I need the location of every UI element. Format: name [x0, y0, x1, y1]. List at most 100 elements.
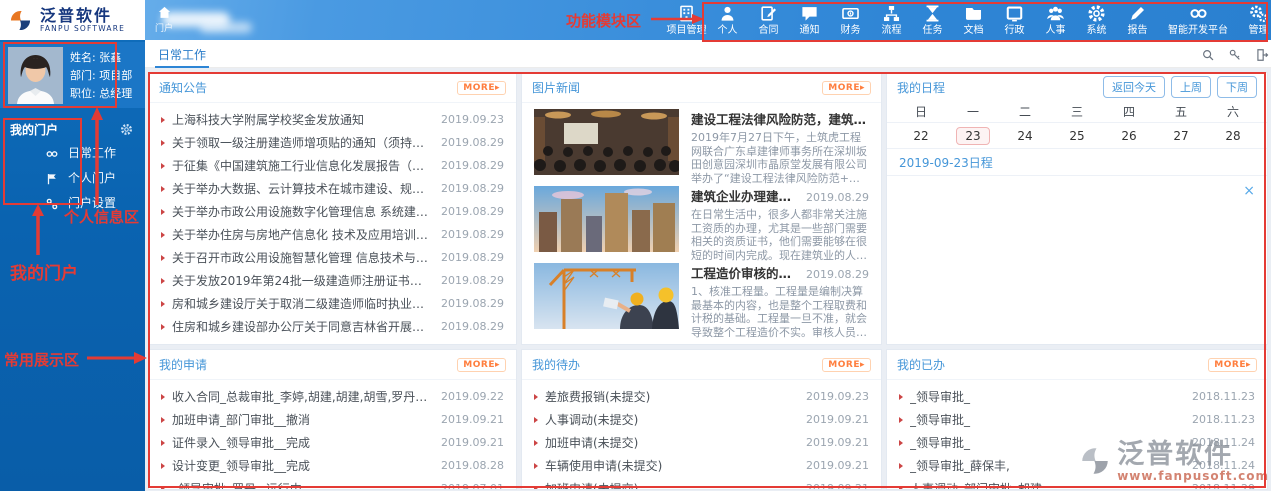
- module-label: 通知: [800, 26, 820, 36]
- notice-item[interactable]: 房和城乡建设厅关于取消二级建造师临时执业证书的公告2019.08.29: [149, 292, 516, 315]
- module-report[interactable]: 报告: [1117, 4, 1158, 36]
- weekday-label: 二: [999, 103, 1051, 120]
- news-item[interactable]: 工程造价审核的要点2019.08.291、核准工程量。工程量是编制决算最基本的内…: [534, 263, 869, 333]
- module-personal[interactable]: 个人: [707, 4, 748, 36]
- item-date: 2018.11.29: [1192, 482, 1255, 490]
- news-item[interactable]: 建筑企业办理建筑资质需要注意哪些细节2019.08.29在日常生活中，很多人都非…: [534, 186, 869, 256]
- done-item[interactable]: _领导审批_薛保丰,2018.11.24: [887, 454, 1267, 477]
- sidebar-item-daily-work[interactable]: 日常工作: [0, 140, 145, 165]
- notice-item[interactable]: 关于举办大数据、云计算技术在城市建设、规划、管理与服务中的应...2019.08…: [149, 177, 516, 200]
- done-item[interactable]: _领导审批_2018.11.24: [887, 431, 1267, 454]
- sidebar-item-portal-settings[interactable]: 门户设置: [0, 190, 145, 215]
- todo-item[interactable]: 车辆使用申请(未提交)2019.09.21: [522, 454, 881, 477]
- notice-item[interactable]: 上海科技大学附属学校奖金发放通知2019.09.23: [149, 108, 516, 131]
- done-item[interactable]: 人事调动_部门审批_胡建,2018.11.29: [887, 477, 1267, 490]
- calendar-date[interactable]: 24: [999, 128, 1051, 144]
- more-button[interactable]: MORE▸: [1208, 358, 1257, 372]
- more-button[interactable]: MORE▸: [457, 81, 506, 95]
- calendar-date[interactable]: 22: [895, 128, 947, 144]
- back-to-today-button[interactable]: 返回今天: [1103, 76, 1165, 98]
- application-item[interactable]: _领导审批_罗丹,_运行中2019.07.01: [149, 477, 516, 490]
- brand-logo: 泛普软件 FANPU SOFTWARE: [0, 0, 145, 40]
- notice-item[interactable]: 关于举办市政公用设施数字化管理信息 系统建设与应用培训班的通知2019.08.2…: [149, 200, 516, 223]
- sidebar-menu: 日常工作个人门户门户设置: [0, 140, 145, 215]
- sidebar: 姓名: 张鑫 部门: 项目部 职位: 总经理 我的门户 日常工作个人门户门户设置: [0, 40, 145, 491]
- module-task[interactable]: 任务: [912, 4, 953, 36]
- next-week-button[interactable]: 下周: [1217, 76, 1257, 98]
- more-button[interactable]: MORE▸: [822, 358, 871, 372]
- search-icon[interactable]: [1201, 47, 1215, 61]
- item-date: 2019.09.23: [806, 390, 869, 403]
- todo-item[interactable]: 差旅费报销(未提交)2019.09.23: [522, 385, 881, 408]
- calendar-date[interactable]: 28: [1207, 128, 1259, 144]
- main-content: 通知公告 MORE▸ 上海科技大学附属学校奖金发放通知2019.09.23关于领…: [145, 68, 1271, 491]
- done-item[interactable]: _领导审批_2018.11.23: [887, 385, 1267, 408]
- notice-item[interactable]: 于征集《中国建筑施工行业信息化发展报告（2014）—BIM应用与发...2019…: [149, 154, 516, 177]
- notice-item[interactable]: 关于领取一级注册建造师增项贴的通知（须持一建证书前来领取）2019.08.29: [149, 131, 516, 154]
- brand-logo-icon: [7, 7, 34, 34]
- home-portal-button[interactable]: 门户: [146, 5, 182, 34]
- application-item[interactable]: 收入合同_总裁审批_李婷,胡建,胡建,胡雪,罗丹,李华,柳琳,罗毅,...201…: [149, 385, 516, 408]
- news-body: 在日常生活中，很多人都非常关注施工资质的办理，尤其是一些部门需要相关的资质证书，…: [691, 208, 869, 262]
- bullet-icon: [161, 255, 165, 261]
- module-system[interactable]: 系统: [1076, 4, 1117, 36]
- chain-icon: [45, 196, 59, 210]
- notice-item[interactable]: 关于召开市政公用设施智慧化管理 信息技术与应用培训班的通知2019.08.29: [149, 246, 516, 269]
- module-label: 管理: [1249, 26, 1269, 36]
- prev-week-button[interactable]: 上周: [1171, 76, 1211, 98]
- item-text: _领导审批_: [910, 434, 1192, 451]
- key-icon[interactable]: [1228, 47, 1242, 61]
- module-document[interactable]: 文档: [953, 4, 994, 36]
- tab-daily-work[interactable]: 日常工作: [155, 40, 209, 68]
- todo-item[interactable]: 加班申请(未提交)2019.09.21: [522, 477, 881, 490]
- notice-item[interactable]: 关于发放2019年第24批一级建造师注册证书的通知2019.08.29: [149, 269, 516, 292]
- contract-icon: [759, 4, 778, 23]
- item-text: 房和城乡建设厅关于取消二级建造师临时执业证书的公告: [172, 295, 441, 312]
- calendar-date[interactable]: 27: [1155, 128, 1207, 144]
- panel-done: 我的已办 MORE▸ _领导审批_2018.11.23_领导审批_2018.11…: [886, 349, 1268, 490]
- module-hr[interactable]: 人事: [1035, 4, 1076, 36]
- user-name: 姓名: 张鑫: [70, 49, 132, 67]
- application-item[interactable]: 设计变更_领导审批__完成2019.08.28: [149, 454, 516, 477]
- application-item[interactable]: 证件录入_领导审批__完成2019.09.21: [149, 431, 516, 454]
- calendar-date[interactable]: 25: [1051, 128, 1103, 144]
- done-list: _领导审批_2018.11.23_领导审批_2018.11.23_领导审批_20…: [887, 380, 1267, 490]
- item-text: 人事调动(未提交): [545, 411, 806, 428]
- bullet-icon: [161, 463, 165, 469]
- folder-icon: [964, 4, 983, 23]
- more-button[interactable]: MORE▸: [457, 358, 506, 372]
- news-item[interactable]: 建设工程法律风险防范，建筑行业转型升级之路沙龙活动2019年7月27日下午，土筑…: [534, 109, 869, 179]
- close-icon[interactable]: ×: [1243, 184, 1255, 198]
- item-text: 加班申请(未提交): [545, 434, 806, 451]
- tab-bar: 日常工作: [145, 40, 1271, 68]
- item-text: _领导审批_: [910, 388, 1192, 405]
- panel-header: 图片新闻 MORE▸: [522, 73, 881, 103]
- panel-title: 我的申请: [159, 356, 207, 373]
- done-item[interactable]: _领导审批_2018.11.23: [887, 408, 1267, 431]
- module-finance[interactable]: 财务: [830, 4, 871, 36]
- item-text: 上海科技大学附属学校奖金发放通知: [172, 111, 441, 128]
- todo-item[interactable]: 加班申请(未提交)2019.09.21: [522, 431, 881, 454]
- module-dev-platform[interactable]: 智能开发平台: [1158, 4, 1238, 36]
- item-text: 加班申请(未提交): [545, 480, 806, 490]
- people-icon: [1046, 4, 1065, 23]
- module-contract[interactable]: 合同: [748, 4, 789, 36]
- bullet-icon: [161, 140, 165, 146]
- module-process[interactable]: 流程: [871, 4, 912, 36]
- module-management[interactable]: 管理: [1238, 4, 1271, 36]
- calendar-date-selected[interactable]: 23: [947, 127, 999, 145]
- panel-title: 图片新闻: [532, 79, 580, 96]
- calendar-date[interactable]: 26: [1103, 128, 1155, 144]
- module-project-management[interactable]: 项目管理: [666, 4, 707, 36]
- module-notice[interactable]: 通知: [789, 4, 830, 36]
- notice-item[interactable]: 关于举办住房与房地产信息化 技术及应用培训班的通知2019.08.29: [149, 223, 516, 246]
- sidebar-item-personal-portal[interactable]: 个人门户: [0, 165, 145, 190]
- banknote-icon: [841, 4, 860, 23]
- notice-item[interactable]: 住房和城乡建设部办公厅关于同意吉林省开展二级建造师注册证书电...2019.08…: [149, 315, 516, 338]
- module-admin[interactable]: 行政: [994, 4, 1035, 36]
- application-item[interactable]: 加班申请_部门审批__撤消2019.09.21: [149, 408, 516, 431]
- portal-settings-gear[interactable]: [120, 121, 133, 134]
- todo-item[interactable]: 人事调动(未提交)2019.09.21: [522, 408, 881, 431]
- logout-icon[interactable]: [1255, 47, 1269, 61]
- more-button[interactable]: MORE▸: [822, 81, 871, 95]
